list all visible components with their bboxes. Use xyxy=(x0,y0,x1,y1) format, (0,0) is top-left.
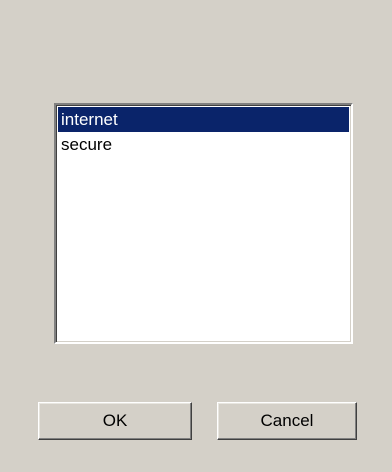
list-item-internet[interactable]: internet xyxy=(58,107,349,132)
dialog-window: internet secure OK Cancel xyxy=(0,0,392,472)
cancel-button[interactable]: Cancel xyxy=(217,402,357,440)
list-item-secure[interactable]: secure xyxy=(58,132,349,157)
ok-button[interactable]: OK xyxy=(38,402,192,440)
network-listbox[interactable]: internet secure xyxy=(54,103,353,344)
